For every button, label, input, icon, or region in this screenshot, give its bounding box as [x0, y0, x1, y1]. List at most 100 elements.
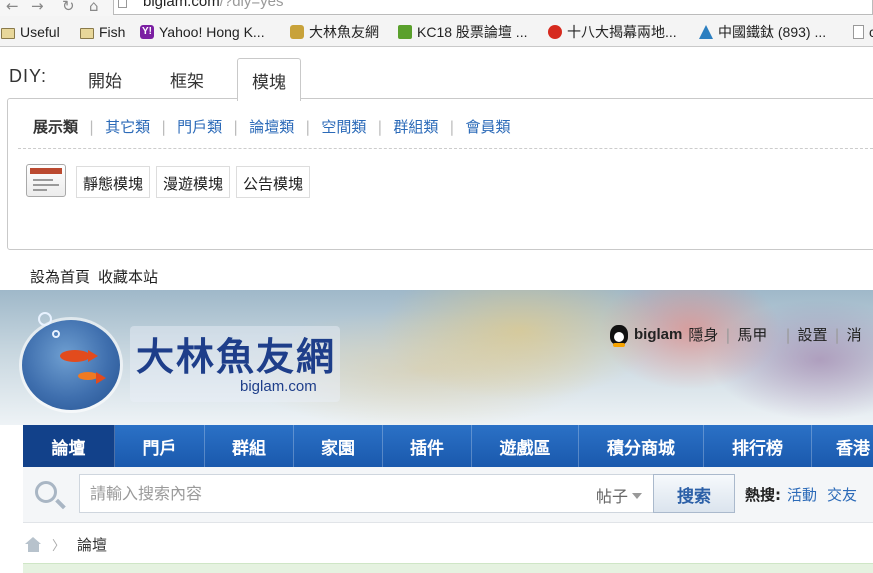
reload-icon[interactable]: ↻ — [62, 0, 75, 15]
bookmark-useful[interactable]: Useful — [1, 23, 60, 41]
forward-arrow-icon[interactable]: → — [31, 0, 44, 15]
hot-searches-label: 熱搜: — [745, 486, 781, 504]
main-navigation: 論壇 門戶 群組 家園 插件 遊戲區 積分商城 排行榜 香港 — [23, 425, 873, 467]
kc18-icon — [398, 25, 412, 39]
page-icon — [118, 0, 127, 8]
logo-globe[interactable] — [22, 312, 120, 410]
alt-account-link[interactable]: 馬甲 — [737, 324, 767, 345]
separator: | — [449, 118, 455, 136]
category-group[interactable]: 群組類 — [393, 118, 438, 136]
category-forum[interactable]: 論壇類 — [249, 118, 294, 136]
bookmark-label: Useful — [20, 24, 60, 40]
nav-ranking[interactable]: 排行榜 — [704, 425, 812, 467]
bookmark-yahoo[interactable]: Y! Yahoo! Hong K... — [140, 23, 265, 41]
bubble-icon — [38, 312, 52, 326]
browser-toolbar: ← → ↻ ⌂ biglam.com/?diy=yes — [0, 0, 873, 16]
messages-link[interactable]: 消 — [847, 324, 862, 345]
diy-label: DIY: — [9, 66, 48, 86]
separator: | — [834, 325, 840, 344]
user-menu: biglam 隱身 | 馬甲 | 設置 | 消 — [610, 324, 862, 347]
settings-link[interactable]: 設置 — [798, 324, 828, 345]
bookmark-label: KC18 股票論壇 ... — [417, 24, 528, 40]
divider — [18, 148, 873, 149]
category-other[interactable]: 其它類 — [105, 118, 150, 136]
module-card-icon — [26, 164, 66, 197]
ti-logo-icon — [699, 25, 713, 39]
bookmark-doc[interactable]: c — [853, 23, 873, 41]
url-path: /?diy=yes — [219, 0, 284, 10]
separator: | — [377, 118, 383, 136]
nav-points-mall[interactable]: 積分商城 — [579, 425, 704, 467]
bookmark-label: 中國鐵鈦 (893) ... — [718, 24, 827, 40]
bookmark-stock[interactable]: 中國鐵鈦 (893) ... — [699, 23, 826, 41]
nav-forum[interactable]: 論壇 — [23, 425, 115, 467]
fish-site-icon — [290, 25, 304, 39]
category-display[interactable]: 展示類 — [33, 118, 78, 136]
invisible-link[interactable]: 隱身 — [688, 324, 718, 345]
category-member[interactable]: 會員類 — [465, 118, 510, 136]
search-type-select[interactable]: 帖子 — [590, 474, 654, 513]
tab-frame[interactable]: 框架 — [156, 58, 218, 98]
set-home-link[interactable]: 設為首頁 — [30, 268, 90, 286]
search-type-value: 帖子 — [596, 487, 629, 506]
roaming-module-button[interactable]: 漫遊模塊 — [156, 166, 231, 198]
separator: | — [161, 118, 167, 136]
nav-portal[interactable]: 門戶 — [115, 425, 205, 467]
qq-penguin-icon — [610, 324, 628, 347]
bookmarks-bar: Useful Fish Y! Yahoo! Hong K... 大林魚友網 KC1… — [0, 16, 873, 47]
category-portal[interactable]: 門戶類 — [177, 118, 222, 136]
site-logo-domain: biglam.com — [240, 378, 317, 395]
separator: | — [89, 118, 95, 136]
bookmark-biglam[interactable]: 大林魚友網 — [290, 23, 379, 41]
folder-icon — [1, 27, 15, 39]
bookmark-label: Yahoo! Hong K... — [159, 24, 265, 40]
search-icon — [35, 481, 57, 503]
bookmark-label: c — [869, 24, 873, 40]
search-input[interactable] — [79, 474, 591, 513]
separator: | — [725, 325, 731, 344]
category-space[interactable]: 空間類 — [321, 118, 366, 136]
bookmark-fish[interactable]: Fish — [80, 23, 125, 41]
search-button[interactable]: 搜索 — [653, 474, 735, 513]
icon-bar — [30, 168, 62, 174]
bookmark-site-link[interactable]: 收藏本站 — [98, 268, 158, 286]
separator: | — [305, 118, 311, 136]
hot-keyword[interactable]: 活動 — [787, 486, 817, 504]
folder-icon — [80, 27, 94, 39]
announcement-module-button[interactable]: 公告模塊 — [236, 166, 311, 198]
breadcrumb-current[interactable]: 論壇 — [77, 534, 107, 555]
address-bar[interactable]: biglam.com/?diy=yes — [113, 0, 873, 15]
separator: | — [233, 118, 239, 136]
top-links: 設為首頁 收藏本站 — [30, 266, 158, 287]
home-icon[interactable] — [25, 537, 42, 552]
username-link[interactable]: biglam — [634, 326, 682, 343]
tab-start[interactable]: 開始 — [74, 58, 136, 98]
icon-line — [33, 184, 59, 186]
tab-module[interactable]: 模塊 — [237, 58, 301, 101]
hot-keyword[interactable]: 交友 — [827, 486, 857, 504]
nav-home[interactable]: 家園 — [294, 425, 383, 467]
notice-strip — [23, 563, 873, 573]
chevron-down-icon — [632, 493, 643, 499]
site-logo-title[interactable]: 大林魚友網 — [136, 326, 336, 381]
nav-group[interactable]: 群組 — [205, 425, 294, 467]
nav-hongkong[interactable]: 香港 — [812, 425, 873, 467]
address-url: biglam.com/?diy=yes — [143, 0, 284, 10]
bookmark-kc18[interactable]: KC18 股票論壇 ... — [398, 23, 527, 41]
chevron-right-icon: 〉 — [52, 539, 66, 554]
breadcrumb: 〉 論壇 — [25, 534, 107, 555]
back-arrow-icon[interactable]: ← — [6, 0, 19, 15]
diy-module-panel: 展示類 | 其它類 | 門戶類 | 論壇類 | 空間類 | 群組類 | 會員類 靜態模塊 漫遊模塊 公告… — [7, 98, 873, 250]
nav-plugins[interactable]: 插件 — [383, 425, 472, 467]
static-module-button[interactable]: 靜態模塊 — [76, 166, 151, 198]
nav-games[interactable]: 遊戲區 — [472, 425, 579, 467]
bookmark-news[interactable]: 十八大揭幕兩地... — [548, 23, 677, 41]
bookmark-label: Fish — [99, 24, 126, 40]
separator: | — [785, 325, 791, 344]
url-host: biglam.com — [143, 0, 220, 10]
icon-line — [33, 189, 47, 191]
bookmark-label: 十八大揭幕兩地... — [567, 24, 677, 40]
home-icon[interactable]: ⌂ — [89, 0, 99, 15]
search-bar: 帖子 搜索 熱搜: 活動交友 — [23, 467, 873, 523]
hot-searches: 熱搜: 活動 交友 — [745, 484, 867, 505]
